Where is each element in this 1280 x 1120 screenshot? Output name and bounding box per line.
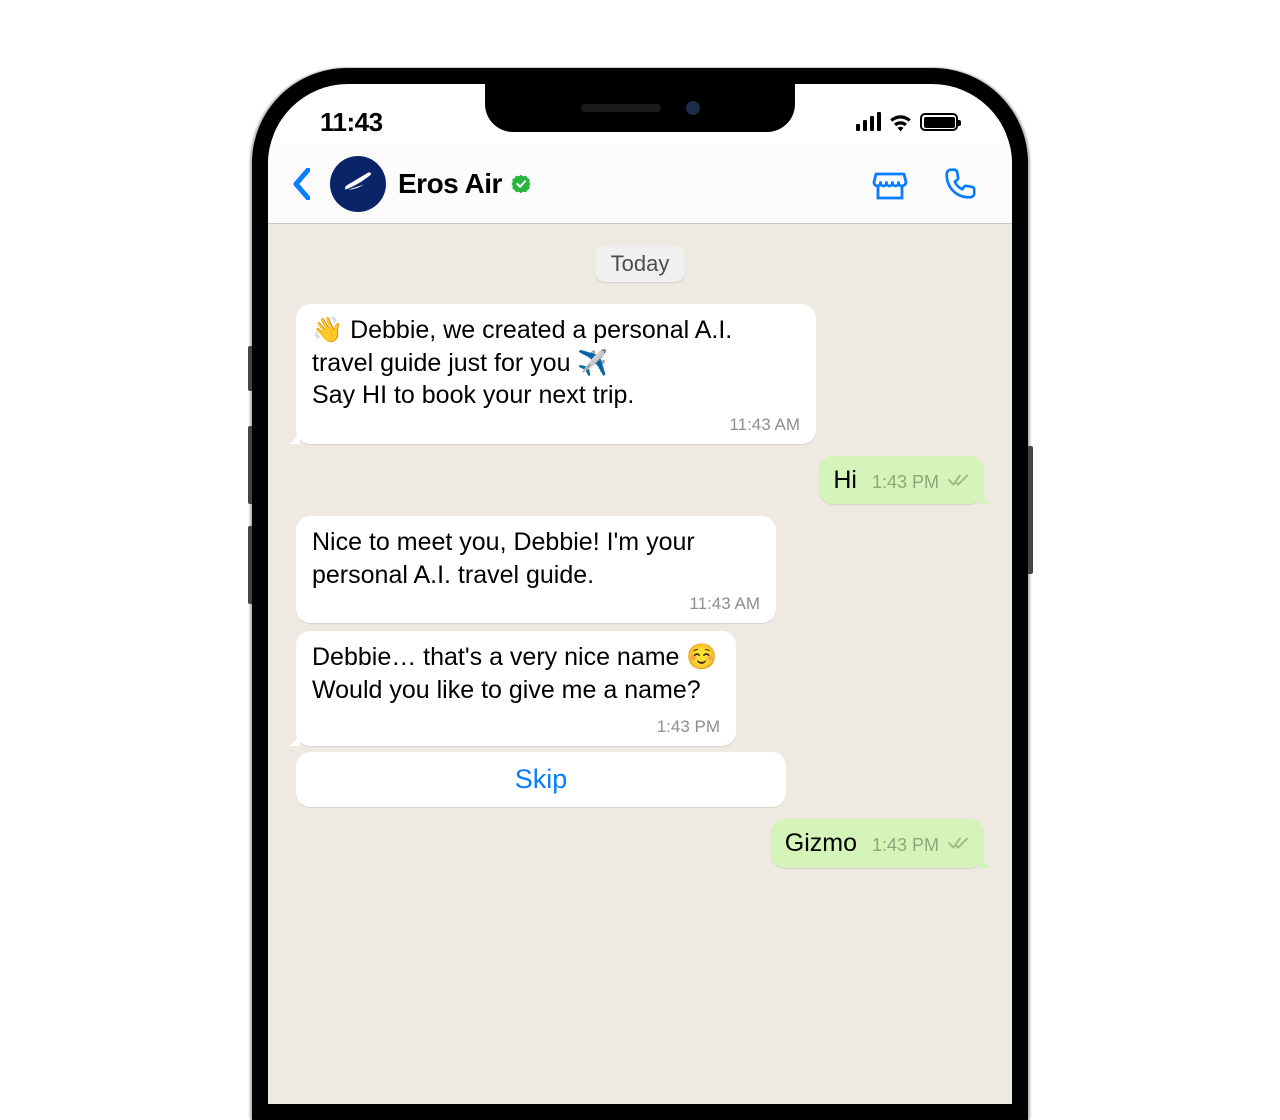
header-actions xyxy=(870,164,988,204)
chat-header: Eros Air xyxy=(268,144,1012,224)
store-button[interactable] xyxy=(870,164,910,204)
message-bubble[interactable]: Debbie… that's a very nice name ☺️ Would… xyxy=(296,631,736,746)
call-button[interactable] xyxy=(940,164,980,204)
skip-button[interactable]: Skip xyxy=(296,752,786,807)
bubble-tail-icon xyxy=(980,850,992,868)
message-bubble[interactable]: Gizmo 1:43 PM xyxy=(771,819,984,868)
message-meta: 11:43 AM xyxy=(312,593,760,615)
volume-down-button xyxy=(248,526,252,604)
speaker-grille xyxy=(581,104,661,112)
message-time: 11:43 AM xyxy=(689,593,760,615)
power-button xyxy=(1028,446,1033,574)
battery-icon xyxy=(920,113,958,131)
cellular-signal-icon xyxy=(856,113,882,131)
message-meta: 1:43 PM xyxy=(872,835,970,855)
back-button[interactable] xyxy=(292,168,324,200)
message-bubble[interactable]: 👋 Debbie, we created a personal A.I. tra… xyxy=(296,304,816,444)
phone-icon xyxy=(941,165,979,203)
phone-screen: 11:43 xyxy=(268,84,1012,1104)
phone-frame: 11:43 xyxy=(252,68,1028,1120)
volume-up-button xyxy=(248,426,252,504)
delivered-ticks-icon xyxy=(948,472,970,488)
message-bubble[interactable]: Nice to meet you, Debbie! I'm your perso… xyxy=(296,516,776,623)
wifi-icon xyxy=(888,113,913,132)
date-separator: Today xyxy=(595,246,686,282)
message-row-incoming: Nice to meet you, Debbie! I'm your perso… xyxy=(296,516,984,623)
message-group-incoming: Debbie… that's a very nice name ☺️ Would… xyxy=(296,631,984,807)
mute-switch xyxy=(248,346,252,391)
chevron-left-icon xyxy=(292,168,310,200)
message-text: Debbie… that's a very nice name ☺️ Would… xyxy=(312,641,720,706)
message-text: Hi xyxy=(833,466,857,494)
verified-badge-icon xyxy=(510,173,532,195)
contact-name[interactable]: Eros Air xyxy=(398,168,502,200)
message-time: 1:43 PM xyxy=(872,835,939,855)
message-time: 1:43 PM xyxy=(627,706,720,738)
bubble-tail-icon xyxy=(980,486,992,504)
notch xyxy=(485,84,795,132)
storefront-icon xyxy=(870,164,910,204)
chat-body[interactable]: Today 👋 Debbie, we created a personal A.… xyxy=(268,224,1012,1104)
message-meta: 11:43 AM xyxy=(312,414,800,436)
status-right xyxy=(856,113,973,132)
airline-wing-icon xyxy=(337,163,379,205)
message-text: Gizmo xyxy=(785,829,857,857)
status-time: 11:43 xyxy=(308,107,383,138)
message-text: Nice to meet you, Debbie! I'm your perso… xyxy=(312,526,760,591)
delivered-ticks-icon xyxy=(948,835,970,851)
message-time: 11:43 AM xyxy=(729,414,800,436)
front-camera xyxy=(686,101,700,115)
message-time: 1:43 PM xyxy=(872,472,939,492)
message-row-incoming: 👋 Debbie, we created a personal A.I. tra… xyxy=(296,304,984,444)
message-bubble[interactable]: Hi 1:43 PM xyxy=(819,456,984,505)
message-text: 👋 Debbie, we created a personal A.I. tra… xyxy=(312,314,800,412)
message-meta: 1:43 PM xyxy=(872,472,970,492)
bubble-tail-icon xyxy=(288,728,300,746)
bubble-tail-icon xyxy=(288,426,300,444)
message-row-outgoing: Gizmo 1:43 PM xyxy=(296,819,984,868)
contact-avatar[interactable] xyxy=(330,156,386,212)
message-row-outgoing: Hi 1:43 PM xyxy=(296,456,984,505)
